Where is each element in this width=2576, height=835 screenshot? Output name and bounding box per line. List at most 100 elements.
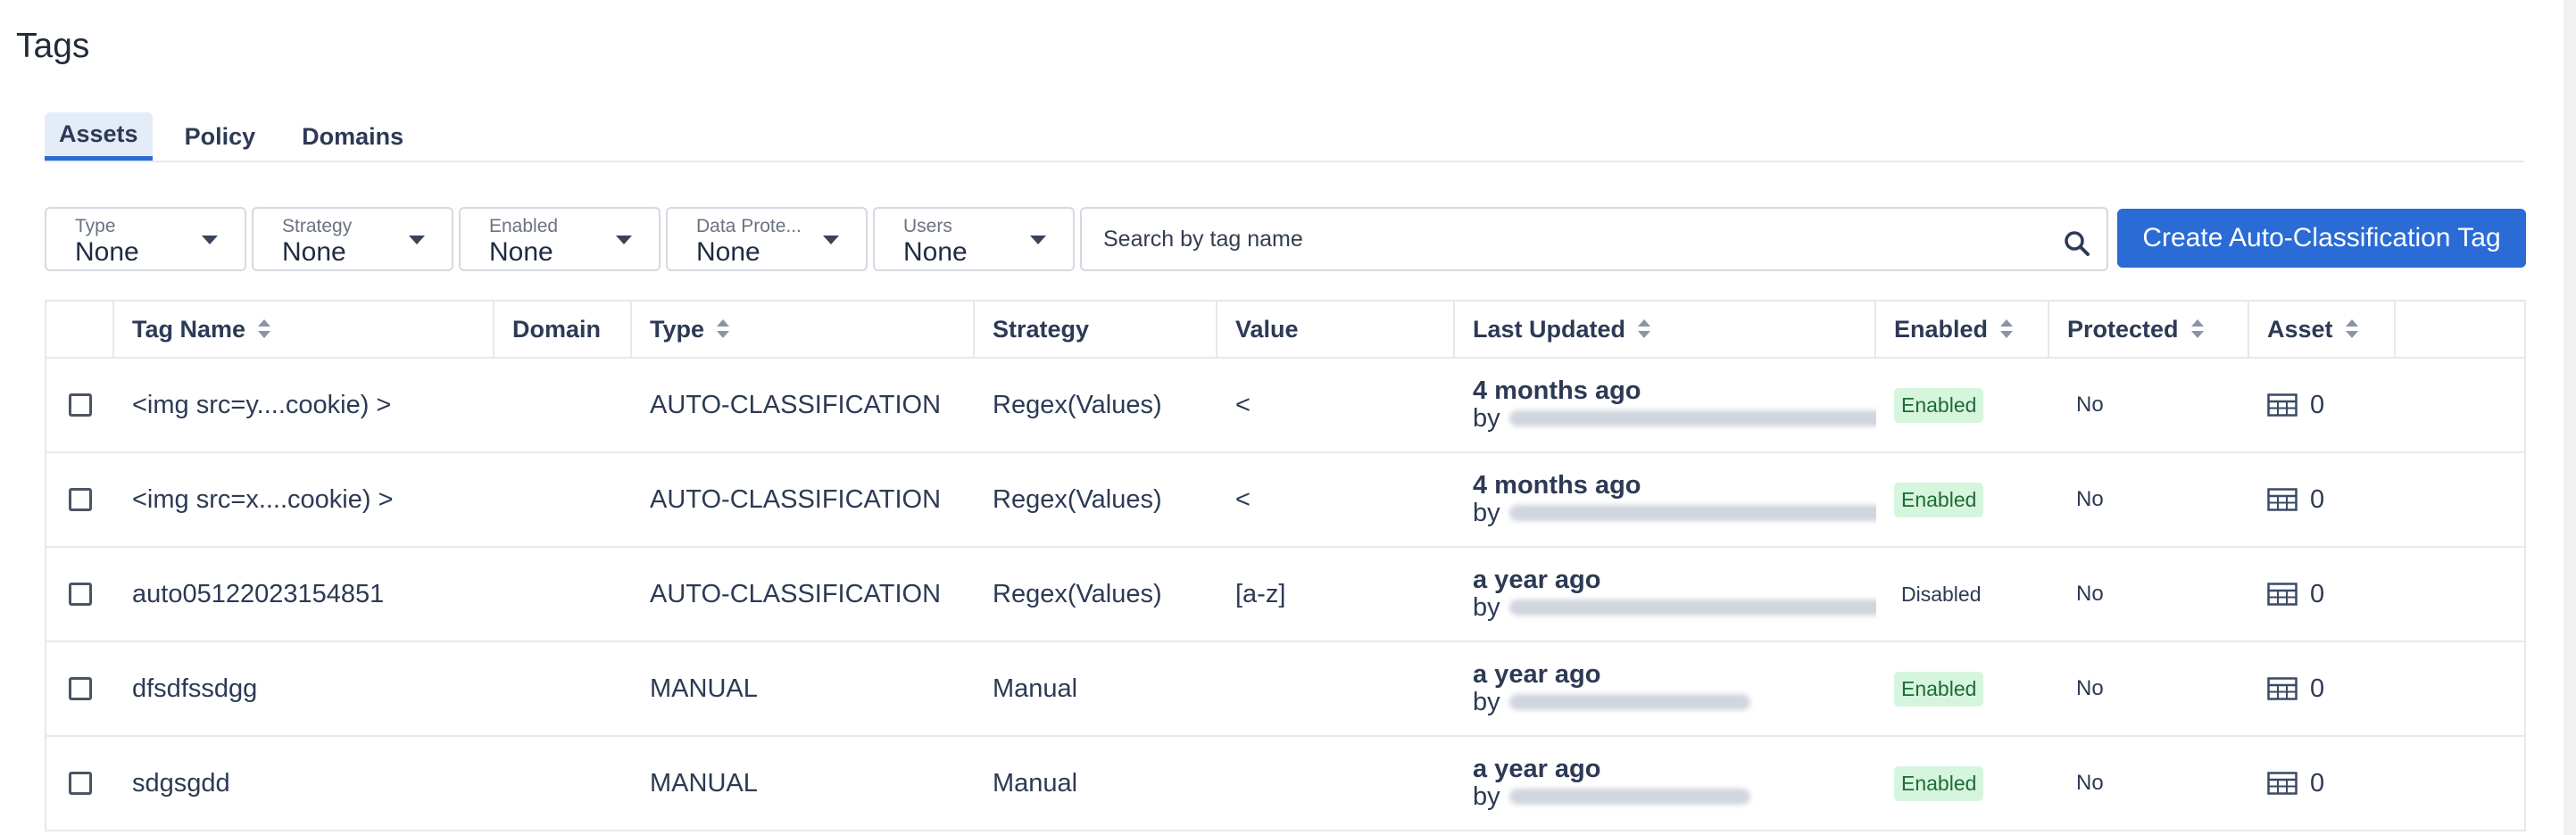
tag-asset[interactable]: 0 (2249, 359, 2396, 451)
filter-label: Strategy (282, 216, 353, 236)
tag-protected: No (2076, 487, 2104, 511)
search-icon[interactable] (2064, 230, 2090, 257)
table-row[interactable]: sdgsgdd MANUAL Manual a year ago by Enab… (46, 737, 2524, 831)
asset-count: 0 (2310, 768, 2325, 798)
tag-name[interactable]: <img src=x....cookie) > (114, 453, 494, 546)
redacted-email (1508, 599, 1876, 616)
row-actions (2396, 359, 2524, 451)
tag-strategy: Regex(Values) (993, 390, 1162, 419)
by-label: by (1473, 404, 1500, 433)
tag-domain (494, 359, 632, 451)
row-select-cell (46, 453, 114, 546)
header-tag-name[interactable]: Tag Name (114, 302, 494, 357)
tag-protected: No (2076, 582, 2104, 606)
tag-type: AUTO-CLASSIFICATION (650, 579, 942, 608)
scrollbar[interactable] (2564, 0, 2576, 835)
tab-assets[interactable]: Assets (45, 112, 153, 161)
by-label: by (1473, 782, 1500, 811)
tag-protected: No (2076, 393, 2104, 417)
sort-icon[interactable] (2190, 319, 2204, 339)
tag-enabled-cell: Enabled (1876, 359, 2049, 451)
table-row[interactable]: <img src=y....cookie) > AUTO-CLASSIFICAT… (46, 359, 2524, 453)
tag-asset[interactable]: 0 (2249, 642, 2396, 735)
strategy-filter[interactable]: Strategy None (252, 207, 453, 271)
tag-value (1217, 642, 1455, 735)
updated-by: by (1473, 593, 1876, 622)
header-last-updated[interactable]: Last Updated (1455, 302, 1876, 357)
users-filter[interactable]: Users None (873, 207, 1075, 271)
row-select-cell (46, 642, 114, 735)
by-label: by (1473, 499, 1500, 527)
table-icon (2267, 393, 2298, 417)
filter-value: None (903, 237, 968, 267)
tag-asset[interactable]: 0 (2249, 737, 2396, 830)
row-select-cell (46, 548, 114, 641)
tag-domain (494, 642, 632, 735)
filter-value: None (696, 237, 760, 267)
tag-name[interactable]: sdgsgdd (114, 737, 494, 830)
filter-label: Type (75, 216, 116, 236)
header-protected[interactable]: Protected (2049, 302, 2249, 357)
tag-domain (494, 453, 632, 546)
tag-last-updated: 4 months ago by (1455, 453, 1876, 546)
tag-value: < (1235, 390, 1251, 419)
tag-enabled-cell: Enabled (1876, 737, 2049, 830)
sort-icon[interactable] (717, 319, 730, 339)
caret-down-icon (1030, 236, 1046, 244)
updated-time: 4 months ago (1473, 376, 1641, 405)
type-filter[interactable]: Type None (45, 207, 246, 271)
data-protection-filter[interactable]: Data Prote... None (666, 207, 868, 271)
create-auto-classification-tag-button[interactable]: Create Auto-Classification Tag (2117, 209, 2526, 268)
tag-domain (494, 548, 632, 641)
sort-icon[interactable] (2000, 319, 2014, 339)
table-icon (2267, 677, 2298, 700)
sort-icon[interactable] (258, 319, 271, 339)
header-label: Protected (2067, 315, 2179, 343)
tab-domains[interactable]: Domains (287, 112, 418, 161)
asset-count: 0 (2310, 484, 2325, 514)
sort-icon[interactable] (1638, 319, 1651, 339)
updated-time: a year ago (1473, 660, 1601, 689)
tag-enabled-cell: Enabled (1876, 453, 2049, 546)
row-checkbox[interactable] (69, 583, 92, 606)
updated-time: a year ago (1473, 566, 1601, 594)
header-enabled[interactable]: Enabled (1876, 302, 2049, 357)
updated-time: a year ago (1473, 755, 1601, 783)
header-select (46, 302, 114, 357)
sort-icon[interactable] (2345, 319, 2358, 339)
asset-count: 0 (2310, 579, 2325, 608)
page-title: Tags (16, 27, 90, 65)
tag-name[interactable]: <img src=y....cookie) > (114, 359, 494, 451)
tag-asset[interactable]: 0 (2249, 453, 2396, 546)
filter-label: Enabled (489, 216, 559, 236)
caret-down-icon (616, 236, 632, 244)
tag-asset[interactable]: 0 (2249, 548, 2396, 641)
updated-by: by (1473, 404, 1876, 433)
tag-value (1217, 737, 1455, 830)
status-badge: Disabled (1901, 582, 1982, 606)
tab-policy[interactable]: Policy (170, 112, 270, 161)
row-checkbox[interactable] (69, 488, 92, 511)
tag-last-updated: 4 months ago by (1455, 359, 1876, 451)
tags-table: Tag Name Domain Type Strategy Value Last… (45, 300, 2526, 831)
updated-time: 4 months ago (1473, 471, 1641, 500)
filter-label: Data Prote... (696, 216, 802, 236)
status-badge: Enabled (1894, 671, 1984, 707)
tag-name[interactable]: dfsdfssdgg (114, 642, 494, 735)
enabled-filter[interactable]: Enabled None (459, 207, 661, 271)
row-checkbox[interactable] (69, 677, 92, 700)
header-asset[interactable]: Asset (2249, 302, 2396, 357)
tag-name[interactable]: auto05122023154851 (114, 548, 494, 641)
table-row[interactable]: dfsdfssdgg MANUAL Manual a year ago by E… (46, 642, 2524, 737)
tag-protected: No (2076, 676, 2104, 700)
table-row[interactable]: auto05122023154851 AUTO-CLASSIFICATION R… (46, 548, 2524, 642)
header-type[interactable]: Type (632, 302, 975, 357)
row-checkbox[interactable] (69, 393, 92, 417)
filter-value: None (489, 237, 553, 267)
tag-value: < (1235, 484, 1251, 514)
search-input[interactable] (1103, 226, 2032, 252)
table-row[interactable]: <img src=x....cookie) > AUTO-CLASSIFICAT… (46, 453, 2524, 548)
row-checkbox[interactable] (69, 772, 92, 795)
table-icon (2267, 772, 2298, 795)
header-label: Last Updated (1473, 315, 1626, 343)
